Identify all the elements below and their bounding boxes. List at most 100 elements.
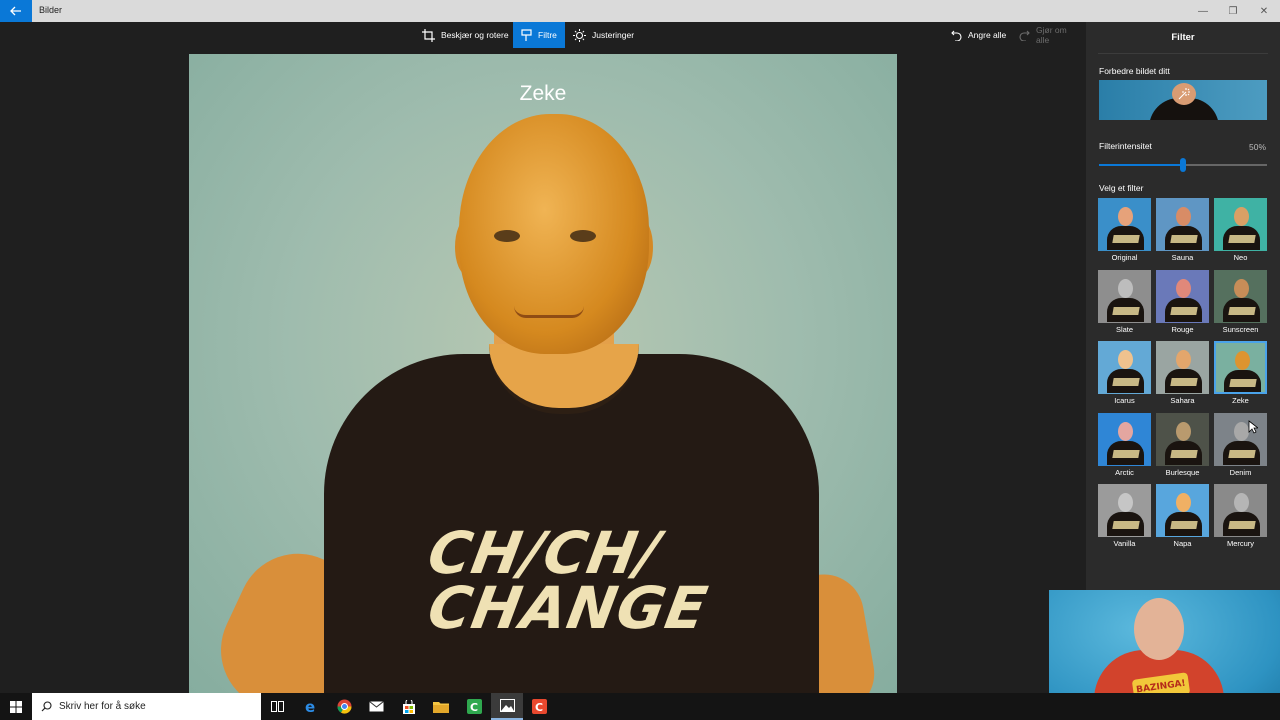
taskbar: Skriv her for å søke e C C xyxy=(0,693,1280,720)
filter-thumbnail xyxy=(1156,412,1209,466)
filter-thumbnail xyxy=(1214,269,1267,323)
task-view-button[interactable] xyxy=(261,693,293,720)
photos-app[interactable] xyxy=(491,693,523,720)
filter-name-label: Sunscreen xyxy=(1222,324,1259,334)
thumbnail-shirt-print xyxy=(1112,449,1140,458)
taskbar-search[interactable]: Skriv her for å søke xyxy=(32,693,261,720)
filter-name-label: Sauna xyxy=(1171,253,1194,262)
filter-name-label: Mercury xyxy=(1226,539,1255,548)
webcam-person-head xyxy=(1134,598,1184,660)
filter-tile-burlesque[interactable]: Burlesque xyxy=(1156,412,1209,479)
photo-head xyxy=(459,114,649,354)
filter-tile-vanilla[interactable]: Vanilla xyxy=(1098,484,1151,550)
thumbnail-head xyxy=(1234,207,1249,226)
enhance-label: Forbedre bildet ditt xyxy=(1099,66,1170,76)
start-button[interactable] xyxy=(0,693,32,720)
filter-tile-sauna[interactable]: Sauna xyxy=(1156,198,1209,264)
thumbnail-shirt-print xyxy=(1228,306,1256,315)
file-explorer-app[interactable] xyxy=(425,693,457,720)
photo-mouth xyxy=(514,306,584,318)
thumbnail-head xyxy=(1118,278,1133,298)
filter-tile-icarus[interactable]: Icarus xyxy=(1098,341,1151,407)
filter-name-label: Neo xyxy=(1233,253,1248,262)
tab-filters[interactable]: Filtre xyxy=(513,22,565,48)
filter-tile-original[interactable]: Original xyxy=(1098,198,1151,264)
filter-name-label: Slate xyxy=(1115,324,1134,334)
thumbnail-shirt-print xyxy=(1170,378,1198,386)
thumbnail-shirt-print xyxy=(1170,449,1198,458)
intensity-slider-thumb[interactable] xyxy=(1180,158,1186,172)
store-app[interactable] xyxy=(393,693,425,720)
filter-thumbnail xyxy=(1214,341,1267,394)
thumbnail-shirt-print xyxy=(1170,306,1198,315)
crop-rotate-button[interactable]: Beskjær og rotere xyxy=(414,22,517,48)
svg-text:C: C xyxy=(470,701,478,714)
intensity-label: Filterintensitet xyxy=(1099,141,1152,151)
choose-filter-label: Velg et filter xyxy=(1099,183,1144,193)
mail-app[interactable] xyxy=(360,693,392,720)
applied-filter-label: Zeke xyxy=(519,82,567,105)
tab-adjustments[interactable]: Justeringer xyxy=(565,22,642,48)
panel-title: Filter xyxy=(1171,32,1195,43)
filter-name-label: Original xyxy=(1111,253,1138,262)
thumbnail-shirt-print xyxy=(1112,378,1140,386)
intensity-slider[interactable] xyxy=(1099,158,1267,172)
camtasia-recorder-app[interactable]: C xyxy=(523,693,555,720)
redo-all-button[interactable]: Gjør om alle xyxy=(1011,22,1086,48)
close-button[interactable]: ✕ xyxy=(1249,0,1279,22)
camtasia-recorder-icon: C xyxy=(531,699,547,714)
filter-name-label: Burlesque xyxy=(1165,467,1200,477)
filter-thumbnail xyxy=(1214,412,1267,466)
thumbnail-head xyxy=(1176,421,1191,441)
filter-name-label: Napa xyxy=(1173,539,1192,548)
filter-tile-zeke[interactable]: Zeke xyxy=(1214,341,1267,407)
folder-icon xyxy=(433,702,449,713)
crop-icon xyxy=(422,28,435,42)
thumbnail-shirt-print xyxy=(1170,521,1198,529)
mouse-cursor-icon xyxy=(1248,420,1258,434)
thumbnail-shirt-print xyxy=(1170,235,1198,243)
filter-tile-napa[interactable]: Napa xyxy=(1156,484,1209,550)
camtasia-app[interactable]: C xyxy=(458,693,490,720)
camtasia-editor-icon: C xyxy=(466,699,482,714)
thumbnail-head xyxy=(1176,278,1191,298)
back-button[interactable] xyxy=(0,0,32,22)
title-bar: Bilder — ❐ ✕ xyxy=(0,0,1280,22)
search-icon xyxy=(41,701,52,712)
filter-tile-rouge[interactable]: Rouge xyxy=(1156,269,1209,336)
thumbnail-head xyxy=(1235,351,1250,370)
thumbnail-shirt-print xyxy=(1112,235,1140,243)
filter-brush-icon xyxy=(521,28,532,41)
filter-thumbnail xyxy=(1214,198,1267,251)
intensity-value: 50% xyxy=(1248,142,1266,152)
chrome-app[interactable] xyxy=(328,693,360,720)
thumbnail-head xyxy=(1118,493,1133,512)
app-title: Bilder xyxy=(39,5,63,15)
photo-canvas: CH/CH/ CHANGE Zeke xyxy=(0,48,1086,693)
edge-app[interactable]: e xyxy=(295,693,327,720)
filter-name-label: Zeke xyxy=(1232,396,1249,405)
thumbnail-head xyxy=(1176,207,1191,226)
thumbnail-head xyxy=(1118,350,1133,369)
filter-tile-sunscreen[interactable]: Sunscreen xyxy=(1214,269,1267,336)
filter-tile-slate[interactable]: Slate xyxy=(1098,269,1151,336)
filter-thumbnail xyxy=(1098,269,1151,323)
svg-text:e: e xyxy=(305,699,315,714)
filter-tile-neo[interactable]: Neo xyxy=(1214,198,1267,264)
filter-thumbnail xyxy=(1156,484,1209,537)
windows-logo-icon xyxy=(10,700,22,713)
thumbnail-shirt-print xyxy=(1112,521,1140,529)
search-placeholder: Skriv her for å søke xyxy=(59,701,146,712)
filter-tile-sahara[interactable]: Sahara xyxy=(1156,341,1209,407)
filter-tile-mercury[interactable]: Mercury xyxy=(1214,484,1267,550)
back-arrow-icon xyxy=(10,6,21,16)
filter-tile-denim[interactable]: Denim xyxy=(1214,412,1267,479)
thumbnail-shirt-print xyxy=(1228,235,1256,243)
minimize-button[interactable]: — xyxy=(1188,0,1218,22)
thumbnail-head xyxy=(1234,493,1249,512)
undo-all-button[interactable]: Angre alle xyxy=(943,22,1014,48)
filter-tile-arctic[interactable]: Arctic xyxy=(1098,412,1151,479)
minimize-icon: — xyxy=(1198,5,1208,17)
enhance-photo-button[interactable] xyxy=(1099,80,1267,120)
restore-button[interactable]: ❐ xyxy=(1218,0,1248,22)
